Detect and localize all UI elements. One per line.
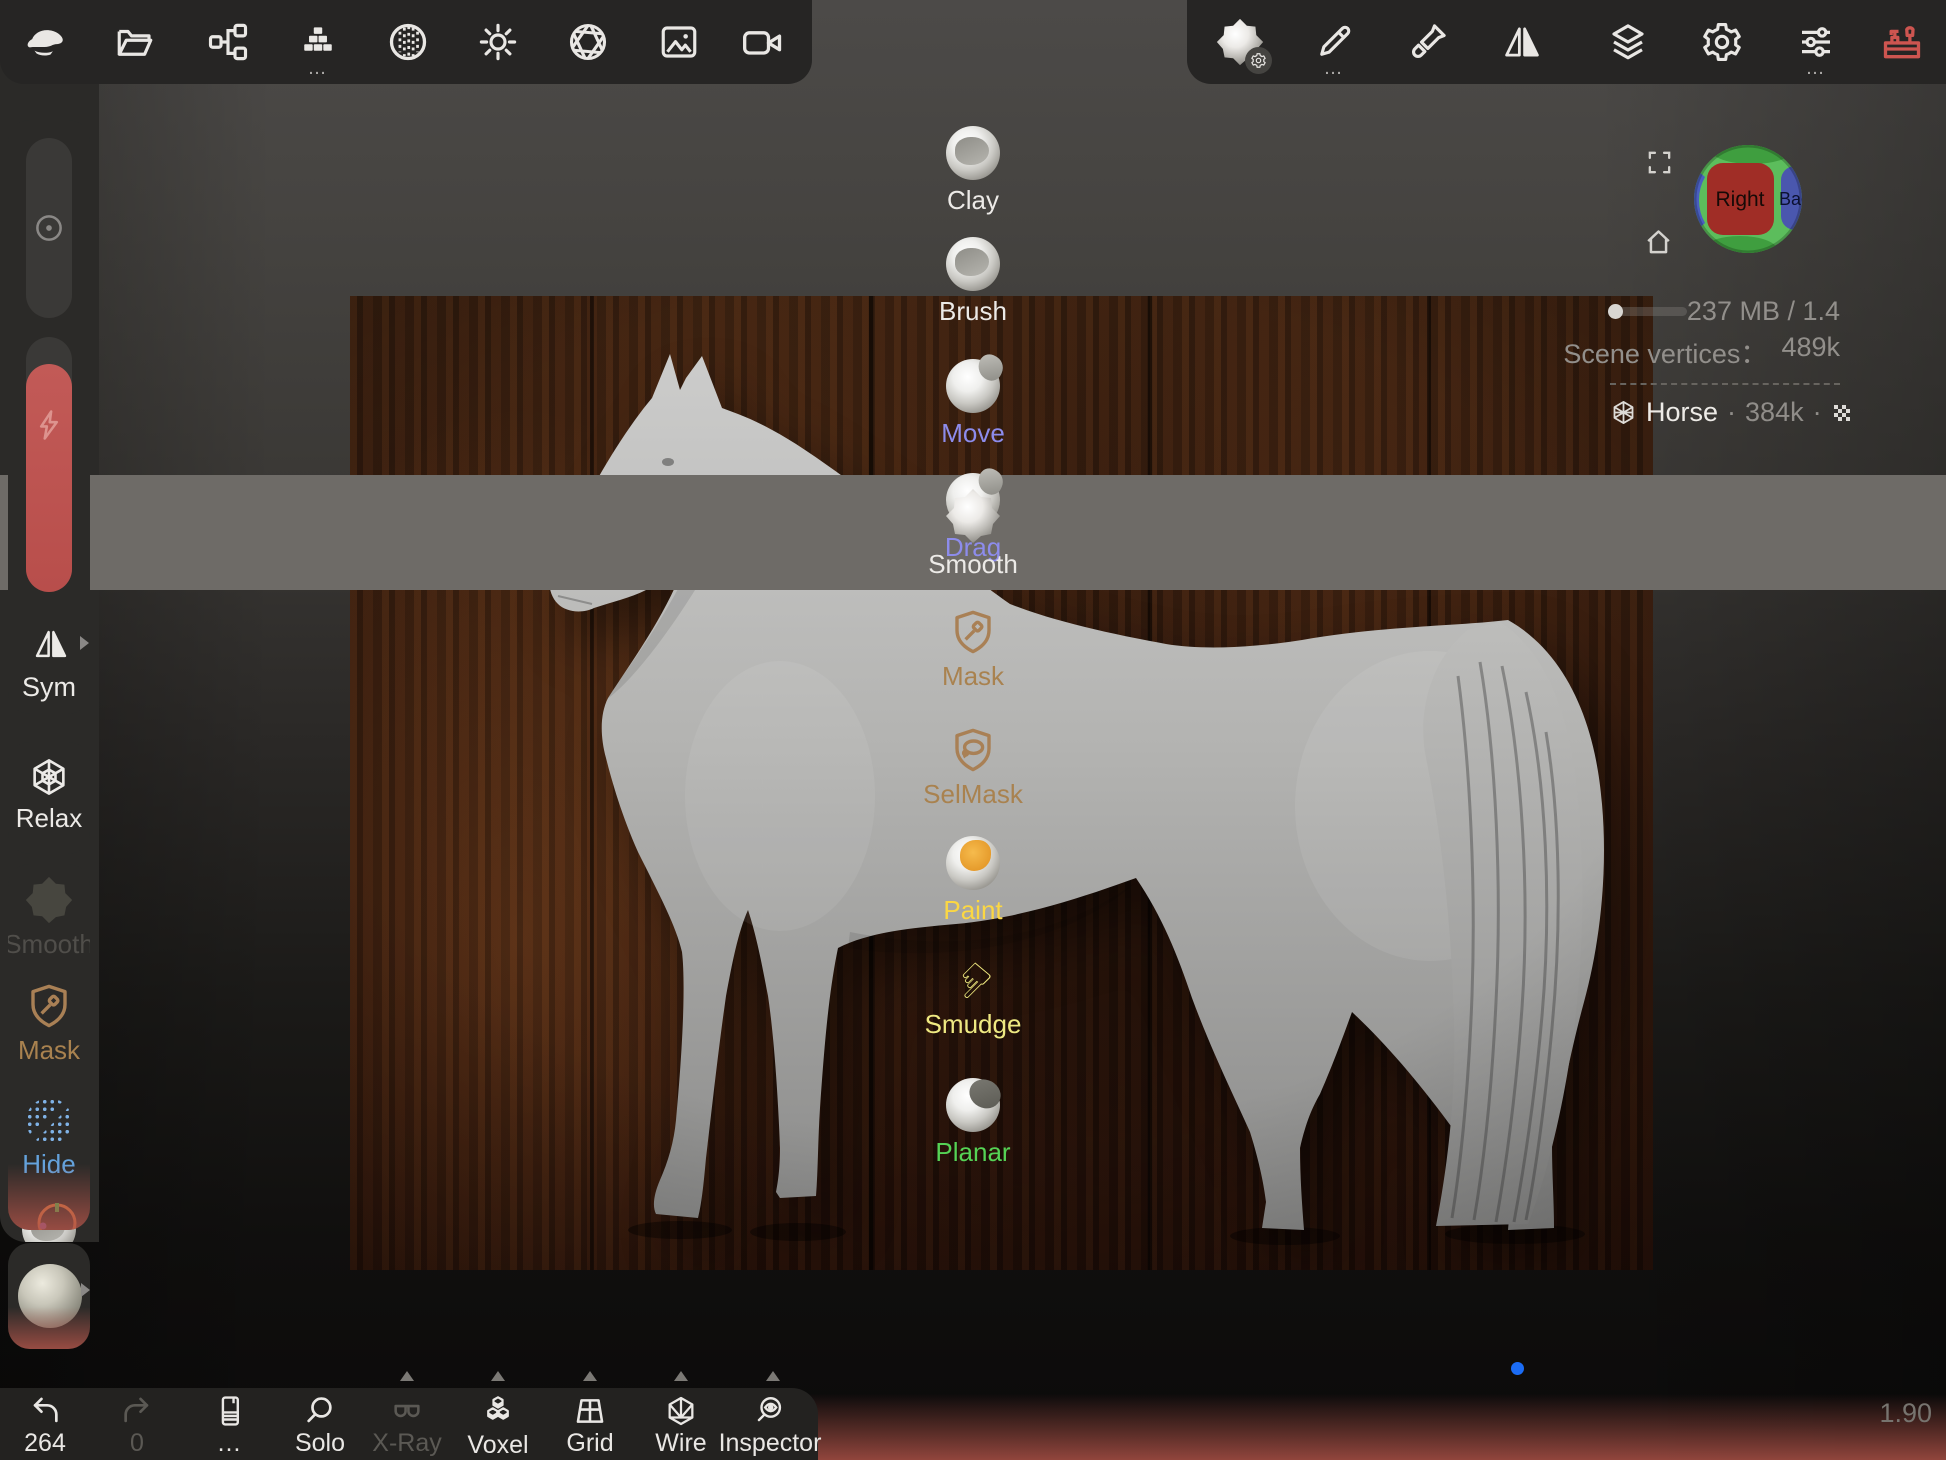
radius-slider[interactable]	[26, 138, 72, 318]
smooth-rough-ball-icon	[25, 876, 73, 924]
solo-magnifier-icon	[303, 1394, 337, 1428]
undo-count: 264	[24, 1430, 66, 1456]
material-sphere-icon[interactable]	[18, 1264, 82, 1328]
lighting-sun-icon[interactable]	[474, 18, 522, 66]
wireframe-hexagon-icon	[664, 1394, 698, 1428]
settings-gear-icon[interactable]	[1698, 18, 1746, 66]
symmetry-mirror-icon[interactable]	[1498, 18, 1546, 66]
xray-toggle[interactable]: X-Ray	[359, 1394, 455, 1456]
interface-more-dots[interactable]: …	[1792, 58, 1840, 80]
symmetry-expand-arrow[interactable]	[80, 636, 89, 650]
material-panel	[8, 1243, 90, 1349]
redo-button[interactable]: 0	[89, 1394, 185, 1456]
history-button[interactable]: …	[182, 1394, 278, 1456]
radius-icon	[32, 211, 66, 245]
caret-up-icon[interactable]	[674, 1371, 688, 1381]
postprocess-aperture-icon[interactable]	[564, 18, 612, 66]
relax-web-icon	[28, 756, 70, 798]
material-paintbrush-icon[interactable]	[1404, 18, 1452, 66]
sidebar-page-dot[interactable]	[1511, 1362, 1524, 1375]
grid-icon	[573, 1394, 607, 1428]
active-tool-preview-icon[interactable]	[1216, 18, 1264, 66]
app-window: … … … 237 MB / 1.4 Scene vertices： 489k	[0, 0, 1946, 1460]
quick-mask[interactable]: Mask	[8, 982, 90, 1063]
quick-tools-panel: Smooth Mask Hide	[8, 864, 90, 1230]
scene-vertices-value: 489k	[1781, 332, 1840, 371]
caret-up-icon[interactable]	[491, 1371, 505, 1381]
mask-shield-icon	[25, 982, 73, 1030]
object-texture-checker-icon[interactable]	[1831, 402, 1853, 424]
inspector-eye-magnifier-icon	[753, 1394, 787, 1428]
zoom-level: 1.90	[1862, 1398, 1932, 1429]
orientation-gizmo[interactable]: Right Back	[1692, 143, 1804, 255]
background-image-icon[interactable]	[655, 18, 703, 66]
object-name[interactable]: Horse	[1646, 397, 1718, 428]
voxel-toggle[interactable]: Voxel	[450, 1394, 546, 1458]
quick-hide[interactable]: Hide	[8, 1098, 90, 1177]
redo-arrow-icon	[120, 1394, 154, 1428]
main-toolbar: …	[0, 0, 812, 84]
symmetry-label[interactable]: Sym	[8, 672, 90, 703]
scene-graph-icon[interactable]	[204, 18, 252, 66]
dot-separator: ·	[1813, 397, 1822, 428]
history-more-dots: …	[217, 1430, 244, 1456]
relax-panel: Relax	[8, 742, 90, 854]
wire-toggle[interactable]: Wire	[633, 1394, 729, 1456]
solo-toggle[interactable]: Solo	[272, 1394, 368, 1456]
intensity-slider[interactable]	[26, 337, 72, 592]
caret-up-icon[interactable]	[766, 1371, 780, 1381]
toolbox-icon[interactable]	[1878, 18, 1926, 66]
redo-count: 0	[130, 1430, 144, 1456]
memory-progress-knob	[1608, 304, 1623, 319]
files-folder-icon[interactable]	[111, 18, 159, 66]
object-vertices-value: 384k	[1745, 397, 1804, 428]
xray-glasses-icon	[390, 1394, 424, 1428]
fullscreen-icon[interactable]	[1645, 148, 1674, 177]
voxel-cubes-icon	[480, 1394, 516, 1430]
stats-divider	[1610, 383, 1840, 385]
remesh-sphere-icon[interactable]	[384, 18, 432, 66]
stroke-more-dots[interactable]: …	[1310, 58, 1358, 80]
material-expand-arrow[interactable]	[81, 1283, 90, 1297]
gizmo-right-label: Right	[1715, 188, 1764, 211]
gizmo-tool-partial-icon[interactable]	[34, 1200, 80, 1230]
caret-up-icon[interactable]	[400, 1371, 414, 1381]
home-view-icon[interactable]	[1642, 226, 1675, 259]
memory-usage-text: 237 MB / 1.4	[1687, 296, 1840, 327]
scene-vertices-label: Scene vertices：	[1563, 332, 1767, 371]
undo-button[interactable]: 264	[0, 1394, 93, 1456]
viewport-toolbar: 264 0 … Solo X-Ray Voxel Grid Wire Inspe…	[0, 1388, 818, 1460]
quick-smooth-disabled[interactable]: Smooth	[8, 876, 90, 957]
symmetry-mirror-icon[interactable]	[32, 625, 70, 663]
undo-arrow-icon	[28, 1394, 62, 1428]
inspector-toggle[interactable]: Inspector	[722, 1394, 818, 1456]
journal-book-icon	[213, 1394, 247, 1428]
relax-tool[interactable]: Relax	[8, 756, 90, 831]
layers-icon[interactable]	[1604, 18, 1652, 66]
tool-settings-gear-badge-icon[interactable]	[1245, 47, 1272, 74]
intensity-bolt-icon	[32, 408, 66, 442]
brush-sliders-panel: L/W Sym	[8, 120, 90, 714]
hide-dotted-ball-icon	[26, 1098, 72, 1144]
tool-settings-toolbar: … …	[1187, 0, 1946, 84]
memory-progress-bar	[1610, 307, 1687, 316]
scene-stats: 237 MB / 1.4 Scene vertices： 489k Horse …	[1610, 296, 1840, 428]
grid-toggle[interactable]: Grid	[542, 1394, 638, 1456]
multiresolution-more-dots[interactable]: …	[294, 58, 342, 80]
intensity-slider-fill	[26, 364, 72, 592]
camera-icon[interactable]	[739, 18, 787, 66]
app-logo-icon[interactable]	[21, 18, 69, 66]
object-wireframe-icon[interactable]	[1610, 399, 1637, 426]
dot-separator: ·	[1727, 397, 1736, 428]
caret-up-icon[interactable]	[583, 1371, 597, 1381]
